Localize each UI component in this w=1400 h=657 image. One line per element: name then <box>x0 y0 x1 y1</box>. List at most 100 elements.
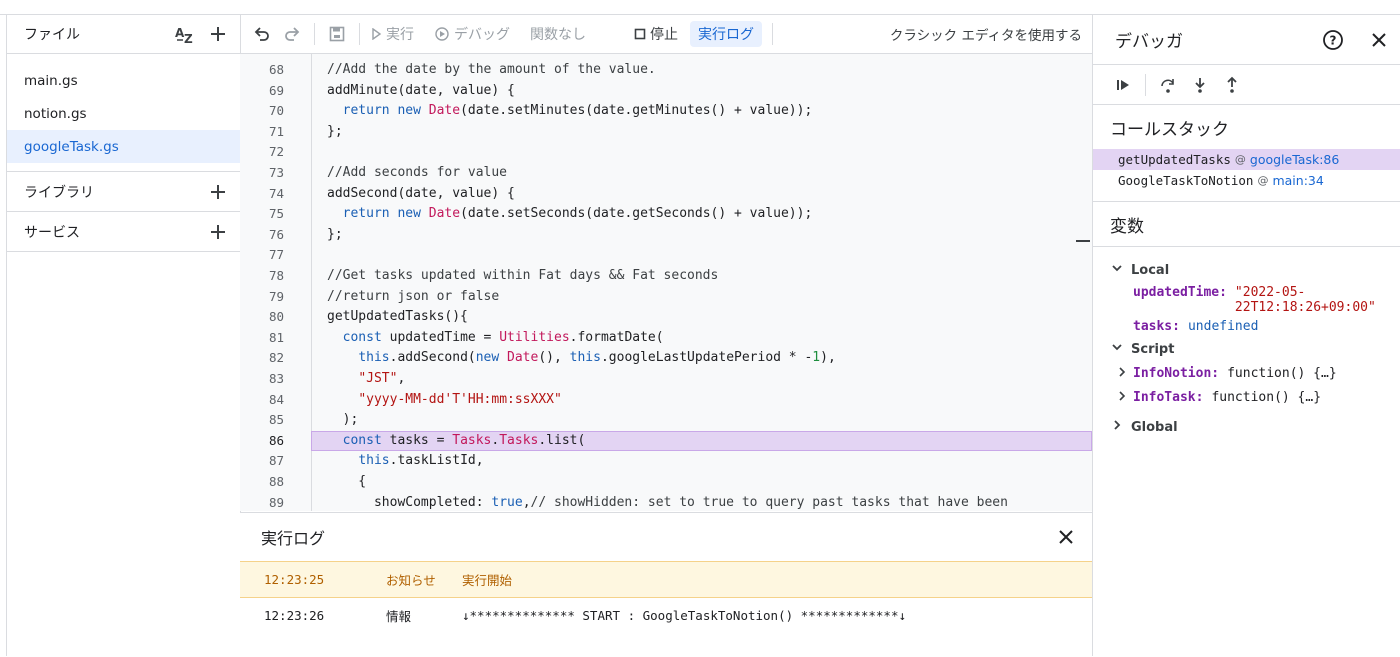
code-line[interactable]: 82 this.addSecond(new Date(), this.googl… <box>240 348 1092 369</box>
line-number[interactable]: 75 <box>240 204 284 225</box>
line-number[interactable]: 73 <box>240 163 284 184</box>
line-number[interactable]: 83 <box>240 369 284 390</box>
line-number[interactable]: 86 <box>240 431 284 452</box>
add-file-icon[interactable] <box>206 22 230 46</box>
code-text: //Get tasks updated within Fat days && F… <box>327 268 719 283</box>
code-line[interactable]: 75 return new Date(date.setSeconds(date.… <box>240 204 1092 225</box>
debug-button[interactable]: デバッグ <box>434 24 510 44</box>
callstack-frame[interactable]: GoogleTaskToNotion @ main:34 <box>1093 170 1400 191</box>
step-into-icon[interactable] <box>1188 73 1212 97</box>
code-line[interactable]: 88 { <box>240 472 1092 493</box>
file-item-notion[interactable]: notion.gs <box>7 97 240 130</box>
chevron-down-icon <box>1111 341 1125 357</box>
frame-function: GoogleTaskToNotion <box>1118 173 1254 188</box>
log-title: 実行ログ <box>261 529 326 548</box>
line-number[interactable]: 69 <box>240 81 284 102</box>
run-button[interactable]: 実行 <box>370 24 414 44</box>
step-over-icon[interactable] <box>1156 73 1180 97</box>
code-line[interactable]: 85 ); <box>240 410 1092 431</box>
code-line[interactable]: 86 const tasks = Tasks.Tasks.list( <box>240 430 1092 452</box>
code-line[interactable]: 84 "yyyy-MM-dd'T'HH:mm:ssXXX" <box>240 390 1092 411</box>
file-item-googletask[interactable]: googleTask.gs <box>7 130 240 163</box>
chevron-down-icon <box>1111 262 1125 278</box>
variable-value: function() {…} <box>1227 366 1337 381</box>
function-select[interactable]: 関数なし <box>530 24 586 44</box>
line-number[interactable]: 72 <box>240 142 284 163</box>
code-line[interactable]: 76}; <box>240 225 1092 246</box>
classic-editor-link[interactable]: クラシック エディタを使用する <box>890 24 1082 44</box>
debugger-controls <box>1093 65 1400 105</box>
file-panel: ファイル AZ main.gs notion.gs googleTask.gs … <box>6 15 241 656</box>
execution-log-button[interactable]: 実行ログ <box>690 21 762 47</box>
code-line[interactable]: 79 //return json or false <box>240 287 1092 308</box>
line-number[interactable]: 79 <box>240 287 284 308</box>
scope-global[interactable]: Global <box>1093 416 1400 438</box>
resume-icon[interactable] <box>1111 73 1135 97</box>
help-icon[interactable]: ? <box>1321 28 1345 52</box>
code-line[interactable]: 70 return new Date(date.setMinutes(date.… <box>240 101 1092 122</box>
code-line[interactable]: 80 getUpdatedTasks(){ <box>240 307 1092 328</box>
frame-location-link[interactable]: main:34 <box>1272 173 1323 188</box>
line-number[interactable]: 87 <box>240 451 284 472</box>
file-name: notion.gs <box>24 105 87 122</box>
line-number[interactable]: 77 <box>240 245 284 266</box>
code-line[interactable]: 78 //Get tasks updated within Fat days &&… <box>240 266 1092 287</box>
undo-icon[interactable] <box>250 22 274 46</box>
code-line[interactable]: 73 //Add seconds for value <box>240 163 1092 184</box>
code-line[interactable]: 83 "JST", <box>240 369 1092 390</box>
code-line[interactable]: 68 //Add the date by the amount of the va… <box>240 60 1092 81</box>
redo-icon[interactable] <box>280 22 304 46</box>
file-name: googleTask.gs <box>24 138 119 155</box>
line-number[interactable]: 68 <box>240 60 284 81</box>
debug-icon <box>435 27 449 41</box>
stop-button[interactable]: 停止 <box>634 24 678 44</box>
variable-row[interactable]: InfoTask: function() {…} <box>1093 390 1400 406</box>
code-line[interactable]: 89 showCompleted: true,// showHidden: se… <box>240 493 1092 511</box>
callstack-frame[interactable]: getUpdatedTasks @ googleTask:86 <box>1093 149 1400 170</box>
add-service-icon[interactable] <box>206 220 230 244</box>
code-line[interactable]: 77 <box>240 245 1092 266</box>
line-number[interactable]: 82 <box>240 348 284 369</box>
scope-local[interactable]: Local <box>1093 259 1400 281</box>
toolbar-divider <box>1145 73 1146 96</box>
line-number[interactable]: 78 <box>240 266 284 287</box>
variable-row[interactable]: InfoNotion: function() {…} <box>1093 366 1400 382</box>
code-line[interactable]: 87 this.taskListId, <box>240 451 1092 472</box>
svg-text:Z: Z <box>184 32 193 44</box>
line-number[interactable]: 70 <box>240 101 284 122</box>
code-editor[interactable]: 68 //Add the date by the amount of the va… <box>240 54 1092 511</box>
execution-log-panel: 実行ログ 12:23:25 お知らせ 実行開始 12:23:26 情報 ↓***… <box>240 512 1092 657</box>
line-number[interactable]: 76 <box>240 225 284 246</box>
step-out-icon[interactable] <box>1220 73 1244 97</box>
close-log-icon[interactable] <box>1054 525 1078 549</box>
code-line[interactable]: 74 addSecond(date, value) { <box>240 184 1092 205</box>
library-section[interactable]: ライブラリ <box>7 171 240 211</box>
code-line[interactable]: 71}; <box>240 122 1092 143</box>
add-library-icon[interactable] <box>206 180 230 204</box>
code-line[interactable]: 69 addMinute(date, value) { <box>240 81 1092 102</box>
code-line[interactable]: 81 const updatedTime = Utilities.formatD… <box>240 328 1092 349</box>
line-number[interactable]: 71 <box>240 122 284 143</box>
line-number[interactable]: 80 <box>240 307 284 328</box>
svg-text:?: ? <box>1330 33 1337 47</box>
code-line[interactable]: 72 <box>240 142 1092 163</box>
file-item-main[interactable]: main.gs <box>7 64 240 97</box>
scope-script[interactable]: Script <box>1093 338 1400 360</box>
line-number[interactable]: 85 <box>240 410 284 431</box>
log-level: 情報 <box>386 609 412 624</box>
sort-az-icon[interactable]: AZ <box>174 22 198 46</box>
frame-location-link[interactable]: googleTask:86 <box>1250 152 1339 167</box>
line-number[interactable]: 84 <box>240 390 284 411</box>
code-text: return new Date(date.setSeconds(date.get… <box>342 206 813 222</box>
line-number[interactable]: 89 <box>240 493 284 511</box>
services-section[interactable]: サービス <box>7 211 240 252</box>
line-number[interactable]: 81 <box>240 328 284 349</box>
debugger-panel: デバッガ ? コールスタック getUpdatedTasks @ googleT… <box>1092 15 1400 656</box>
debugger-title: デバッガ <box>1115 32 1183 52</box>
line-number[interactable]: 88 <box>240 472 284 493</box>
code-text: this.taskListId, <box>358 453 484 469</box>
save-icon[interactable] <box>325 22 349 46</box>
line-number[interactable]: 74 <box>240 184 284 205</box>
close-debugger-icon[interactable] <box>1367 28 1391 52</box>
log-message: ↓************** START : GoogleTaskToNoti… <box>462 608 907 623</box>
